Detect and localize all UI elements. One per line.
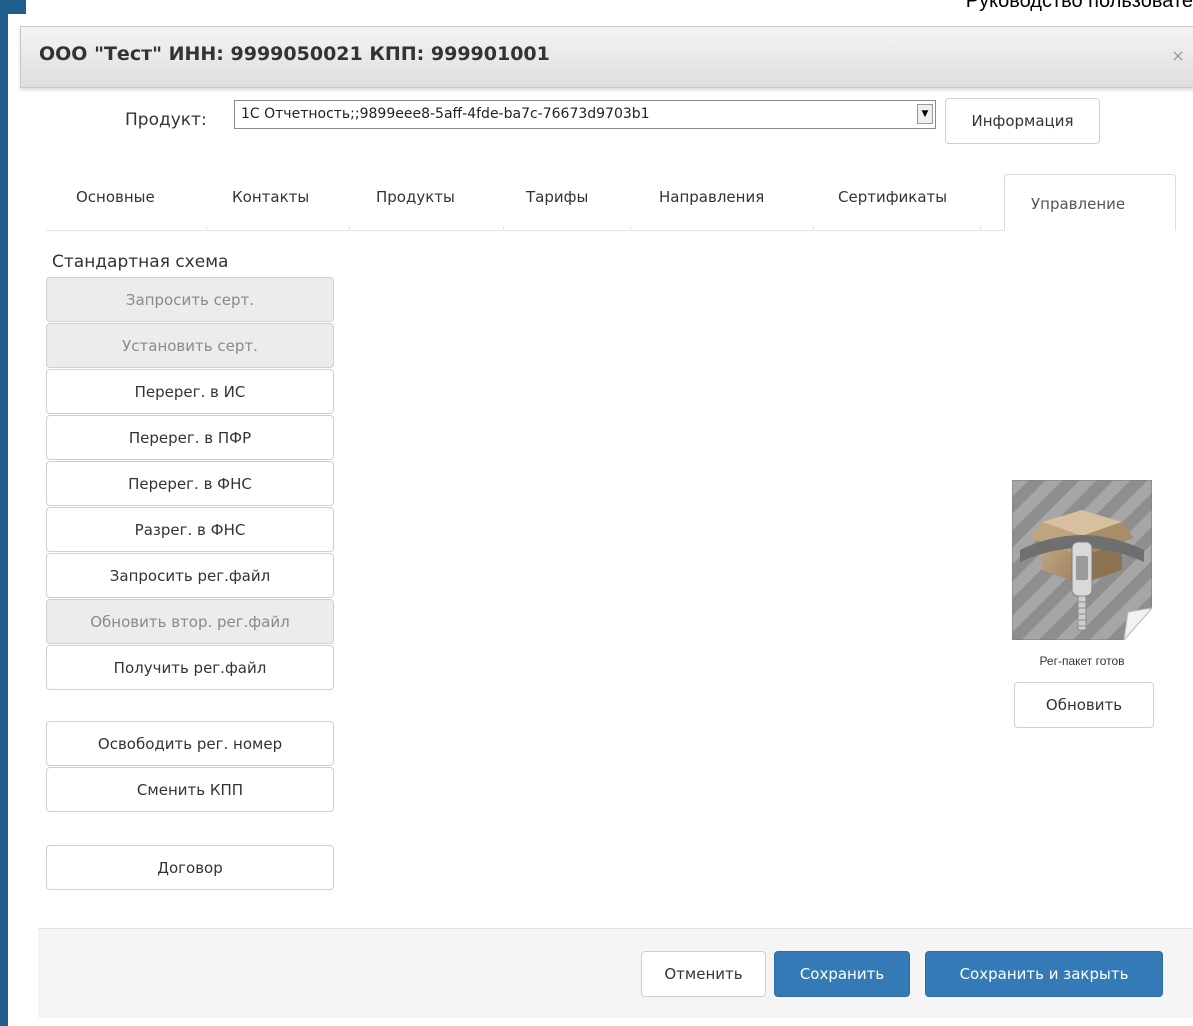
reg-package-caption: Рег-пакет готов [1039, 654, 1125, 668]
rereg-is-button[interactable]: Перерег. в ИС [46, 369, 334, 414]
save-and-close-button[interactable]: Сохранить и закрыть [925, 951, 1163, 997]
chevron-down-icon[interactable]: ▼ [917, 104, 933, 124]
tab-bar: Основные Контакты Продукты Тарифы Направ… [46, 174, 1176, 231]
document-header: Руководство пользовате [965, 0, 1193, 12]
tab-certificates[interactable]: Сертификаты [838, 188, 947, 206]
change-kpp-button[interactable]: Сменить КПП [46, 767, 334, 812]
tab-divider [349, 226, 350, 230]
tab-divider [630, 226, 631, 230]
save-button[interactable]: Сохранить [774, 951, 910, 997]
tab-tariffs[interactable]: Тарифы [526, 188, 588, 206]
dialog-footer: Отменить Сохранить Сохранить и закрыть [38, 928, 1193, 1018]
tab-products[interactable]: Продукты [376, 188, 455, 206]
request-cert-button[interactable]: Запросить серт. [46, 277, 334, 322]
tab-divider [503, 226, 504, 230]
scheme-title: Стандартная схема [52, 252, 229, 272]
refresh-button[interactable]: Обновить [1014, 682, 1154, 728]
product-label: Продукт: [125, 110, 207, 130]
product-select[interactable]: 1С Отчетность;;9899eee8-5aff-4fde-ba7c-7… [234, 100, 936, 129]
update-secondary-reg-file-button[interactable]: Обновить втор. рег.файл [46, 599, 334, 644]
contract-button[interactable]: Договор [46, 845, 334, 890]
dialog-titlebar: ООО "Тест" ИНН: 9999050021 КПП: 99990100… [20, 26, 1193, 88]
tab-divider [206, 226, 207, 230]
tab-divider [813, 226, 814, 230]
close-icon[interactable]: × [1169, 47, 1187, 65]
window-frame-top [0, 0, 26, 14]
tab-directions[interactable]: Направления [659, 188, 764, 206]
dialog-title: ООО "Тест" ИНН: 9999050021 КПП: 99990100… [39, 43, 550, 65]
window-frame-left [0, 0, 8, 1026]
rereg-fns-button[interactable]: Перерег. в ФНС [46, 461, 334, 506]
request-reg-file-button[interactable]: Запросить рег.файл [46, 553, 334, 598]
archive-zip-icon [1011, 479, 1154, 642]
product-row: Продукт: 1С Отчетность;;9899eee8-5aff-4f… [8, 98, 1193, 148]
organization-dialog: ООО "Тест" ИНН: 9999050021 КПП: 99990100… [8, 14, 1193, 1026]
install-cert-button[interactable]: Установить серт. [46, 323, 334, 368]
tab-contacts[interactable]: Контакты [232, 188, 309, 206]
tab-management[interactable]: Управление [1004, 174, 1176, 231]
rereg-pfr-button[interactable]: Перерег. в ПФР [46, 415, 334, 460]
unreg-fns-button[interactable]: Разрег. в ФНС [46, 507, 334, 552]
cancel-button[interactable]: Отменить [641, 951, 766, 997]
tab-main[interactable]: Основные [76, 188, 155, 206]
product-select-value: 1С Отчетность;;9899eee8-5aff-4fde-ba7c-7… [241, 106, 650, 122]
get-reg-file-button[interactable]: Получить рег.файл [46, 645, 334, 690]
release-reg-number-button[interactable]: Освободить рег. номер [46, 721, 334, 766]
info-button[interactable]: Информация [945, 98, 1100, 144]
tab-divider [980, 226, 981, 230]
